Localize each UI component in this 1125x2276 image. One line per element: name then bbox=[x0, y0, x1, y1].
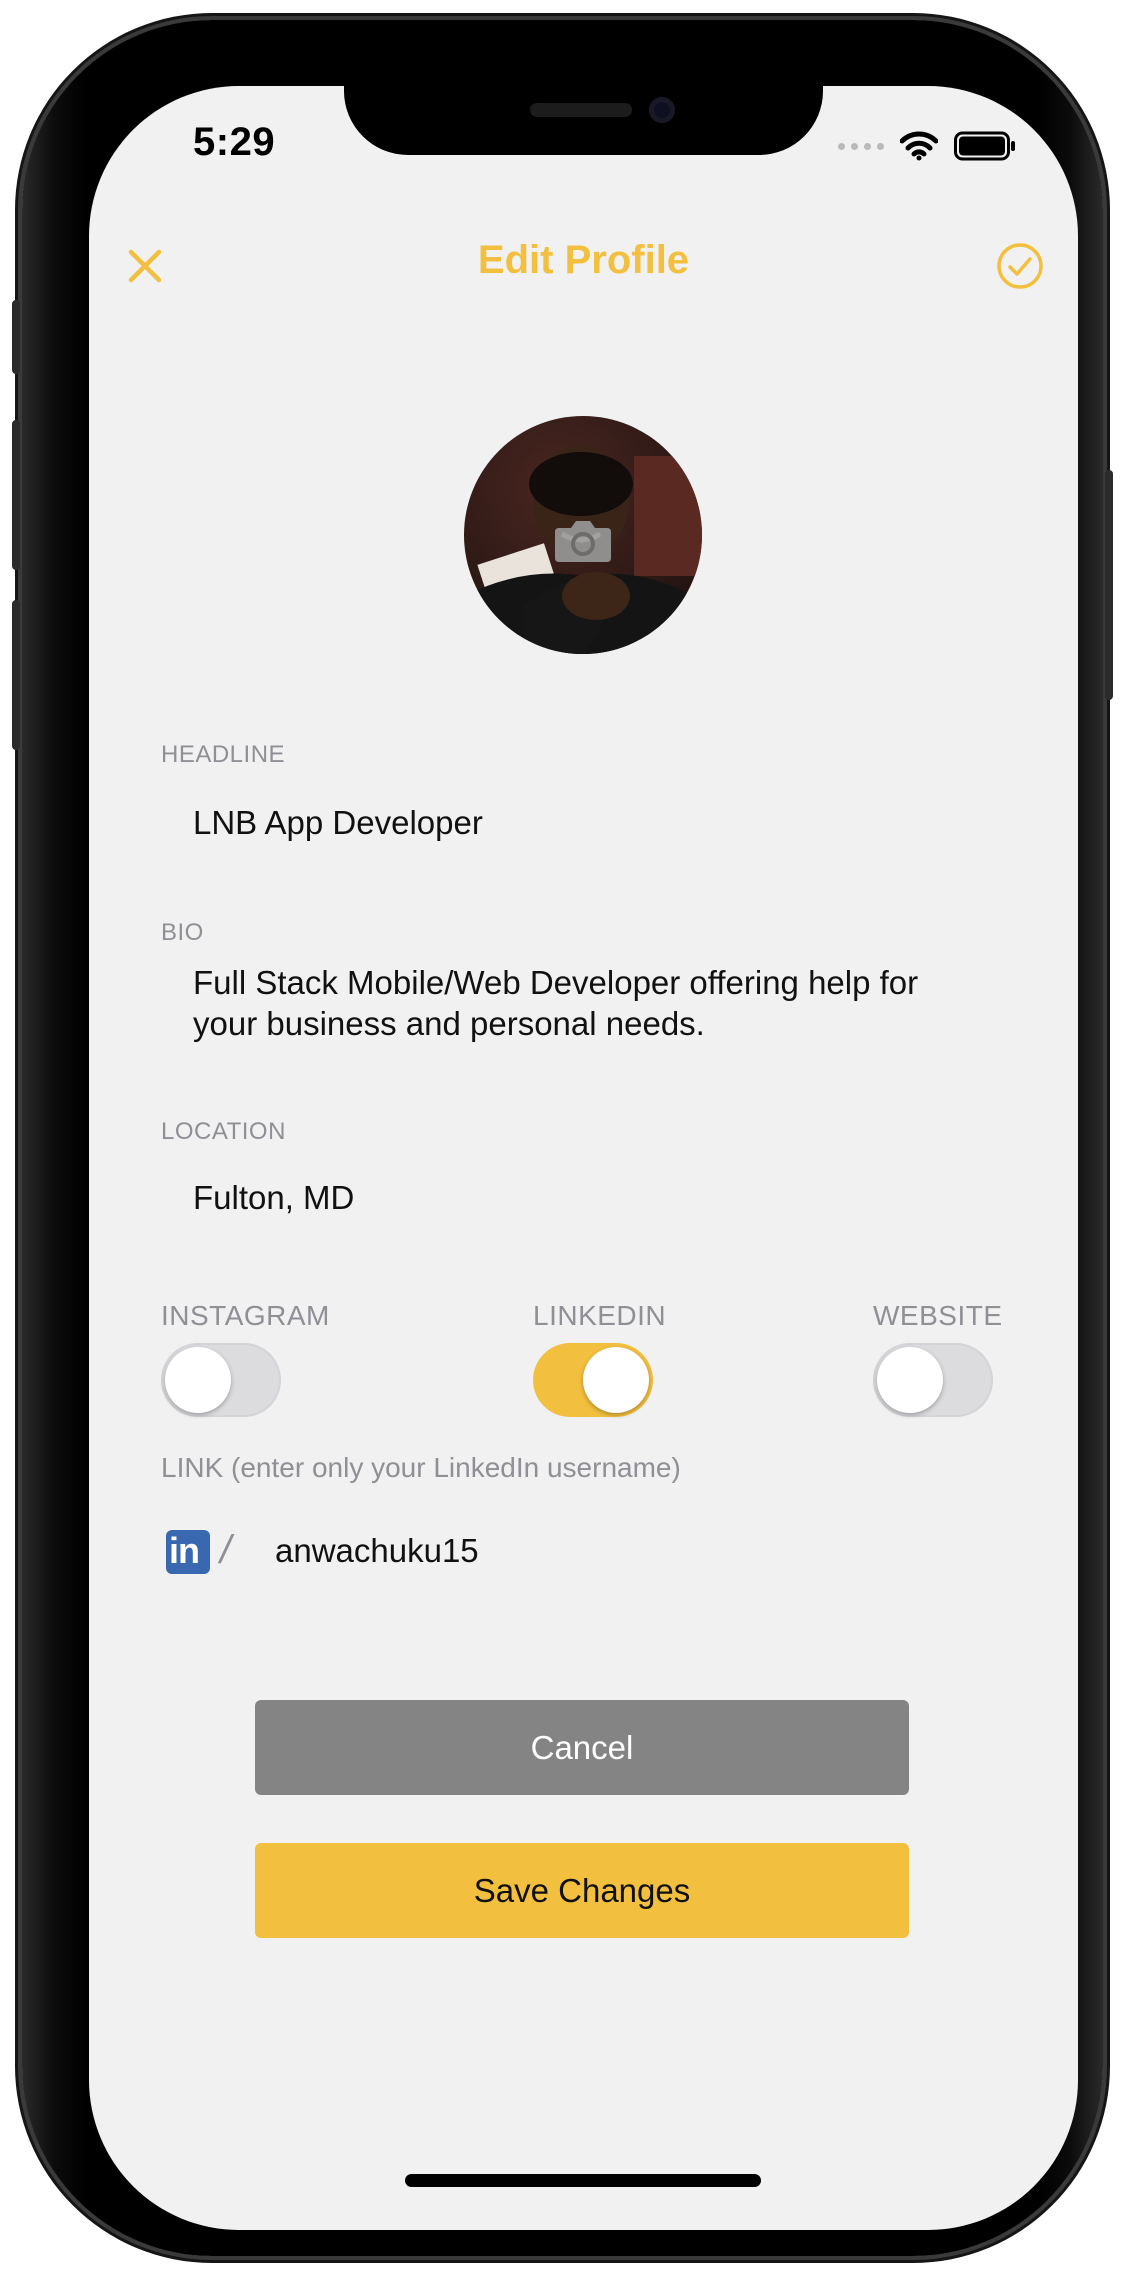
instagram-toggle[interactable] bbox=[161, 1343, 281, 1417]
link-separator: / bbox=[220, 1528, 232, 1572]
linkedin-toggle[interactable] bbox=[533, 1343, 653, 1417]
bio-input[interactable]: Full Stack Mobile/Web Developer offering… bbox=[193, 962, 918, 1044]
website-label: WEBSITE bbox=[873, 1300, 1003, 1331]
headline-label: HEADLINE bbox=[161, 741, 286, 768]
confirm-button[interactable] bbox=[992, 238, 1048, 294]
save-changes-button[interactable]: Save Changes bbox=[255, 1843, 909, 1938]
toggle-knob bbox=[165, 1347, 231, 1413]
volume-up-button bbox=[12, 420, 20, 570]
signal-dots-icon bbox=[838, 142, 884, 150]
power-button bbox=[1105, 470, 1113, 700]
check-circle-icon bbox=[997, 243, 1043, 289]
camera-icon bbox=[555, 521, 611, 562]
volume-down-button bbox=[12, 600, 20, 750]
phone-frame: 5:29 Edit Profile HEADLINE LNB App Devel… bbox=[12, 20, 1113, 2256]
earpiece-speaker bbox=[530, 103, 632, 117]
link-username-input[interactable]: anwachuku15 bbox=[275, 1532, 479, 1570]
toggle-knob bbox=[583, 1347, 649, 1413]
toggle-knob bbox=[877, 1347, 943, 1413]
linkedin-icon-text: in bbox=[169, 1530, 200, 1571]
link-label: LINK (enter only your LinkedIn username) bbox=[161, 1452, 681, 1483]
status-time: 5:29 bbox=[193, 120, 276, 164]
website-toggle[interactable] bbox=[873, 1343, 993, 1417]
screen: 5:29 Edit Profile HEADLINE LNB App Devel… bbox=[89, 86, 1078, 2230]
bio-label: BIO bbox=[161, 919, 204, 946]
instagram-label: INSTAGRAM bbox=[161, 1300, 330, 1331]
nav-header: Edit Profile bbox=[89, 216, 1078, 316]
headline-input[interactable]: LNB App Developer bbox=[193, 802, 483, 843]
status-indicators bbox=[838, 128, 1016, 164]
cancel-button[interactable]: Cancel bbox=[255, 1700, 909, 1795]
battery-icon bbox=[954, 131, 1015, 161]
notch bbox=[344, 86, 823, 155]
location-input[interactable]: Fulton, MD bbox=[193, 1177, 354, 1218]
wifi-icon bbox=[900, 131, 938, 161]
bio-line-1: Full Stack Mobile/Web Developer offering… bbox=[193, 964, 919, 1001]
bio-line-2: your business and personal needs. bbox=[193, 1005, 705, 1042]
linkedin-icon: in bbox=[166, 1530, 210, 1574]
page-title: Edit Profile bbox=[477, 238, 690, 282]
location-label: LOCATION bbox=[161, 1118, 286, 1145]
mute-switch bbox=[12, 300, 20, 374]
home-indicator[interactable] bbox=[405, 2174, 761, 2187]
front-camera bbox=[649, 97, 675, 123]
profile-avatar[interactable] bbox=[464, 416, 702, 654]
linkedin-label: LINKEDIN bbox=[533, 1300, 667, 1331]
